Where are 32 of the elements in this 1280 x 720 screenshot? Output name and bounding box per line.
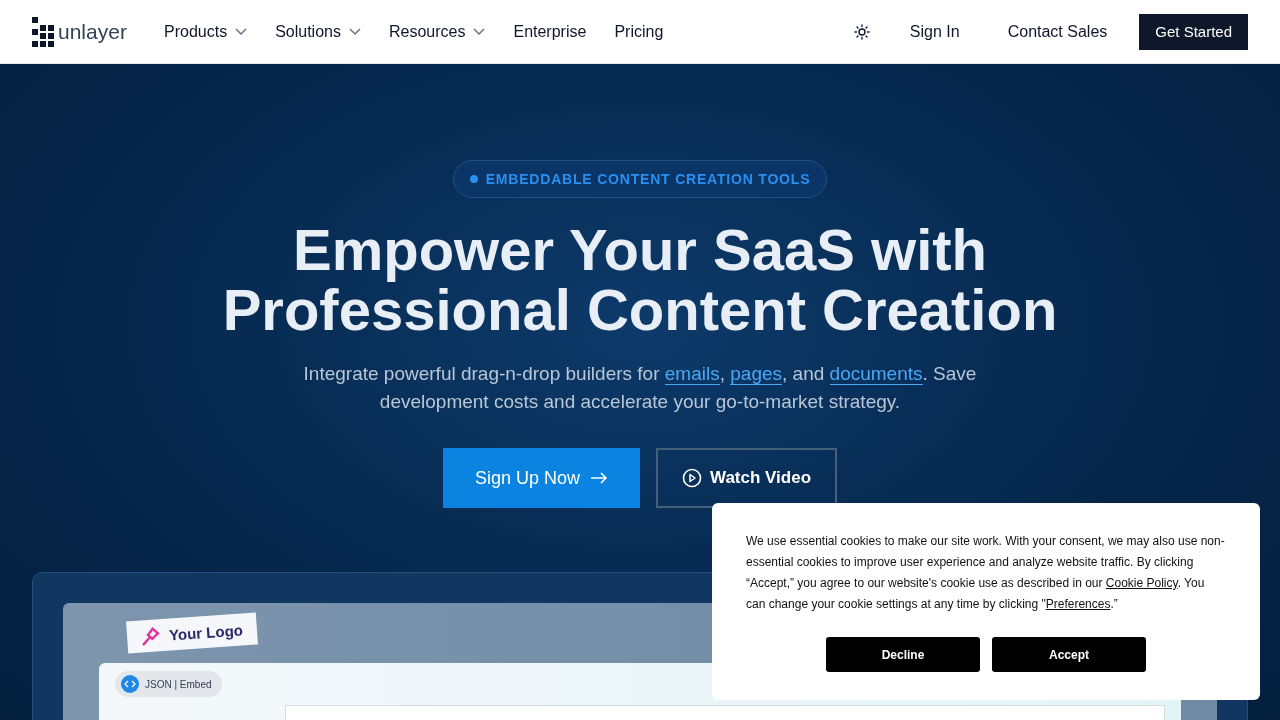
- play-icon: [682, 468, 702, 488]
- logo-tag-label: Your Logo: [168, 620, 244, 644]
- text-link[interactable]: pages: [730, 363, 783, 385]
- nav-link[interactable]: Resources: [388, 22, 486, 41]
- nav-link[interactable]: Products: [164, 22, 248, 41]
- pen-icon: [140, 625, 162, 647]
- nav-link[interactable]: Solutions: [275, 22, 361, 41]
- chip-label: JSON | Embed: [145, 678, 212, 690]
- code-icon: [121, 675, 139, 693]
- sign-in-link[interactable]: Sign In: [909, 22, 960, 41]
- get-started-button[interactable]: Get Started: [1139, 13, 1248, 50]
- text-link[interactable]: emails: [664, 363, 720, 385]
- chevron-down-icon: [235, 27, 248, 36]
- cookie-button[interactable]: Decline: [826, 637, 980, 672]
- sun-icon[interactable]: [853, 23, 870, 40]
- chevron-down-icon: [348, 27, 361, 36]
- logo-wordmark[interactable]: unlayer: [58, 19, 127, 44]
- cookie-link[interactable]: Cookie Policy: [1105, 576, 1178, 590]
- cookie-notice-text: We use essential cookies to make our site work. With your consent, we may also use non-essential cookies to improve user experience and analyze website traffic. By clicking “Accept,” you agree to our website's cookie use as described in our Cookie Policy. You can change your cookie settings at any time by clicking "Preferences.”: [746, 533, 1226, 613]
- nav-link[interactable]: Pricing: [614, 22, 664, 41]
- contact-sales-link[interactable]: Contact Sales: [1007, 22, 1108, 41]
- sign-up-button[interactable]: Sign Up Now: [442, 448, 640, 508]
- text-link[interactable]: documents: [829, 363, 923, 385]
- hero-heading: Empower Your SaaS with Professional Content Creation: [222, 220, 1058, 340]
- cookie-button[interactable]: Accept: [992, 637, 1146, 672]
- cookie-link[interactable]: Preferences: [1045, 597, 1111, 611]
- arrow-right-icon: [590, 472, 608, 484]
- logo-icon: [32, 16, 54, 47]
- hero-description: Integrate powerful drag-n-drop builders for emails, pages, and documents. Save development costs and accelerate your go-to-market strategy.: [302, 362, 978, 414]
- nav-link[interactable]: Enterprise: [513, 22, 587, 41]
- tagline-badge: EMBEDDABLE CONTENT CREATION TOOLS: [452, 160, 828, 198]
- chevron-down-icon: [473, 27, 486, 36]
